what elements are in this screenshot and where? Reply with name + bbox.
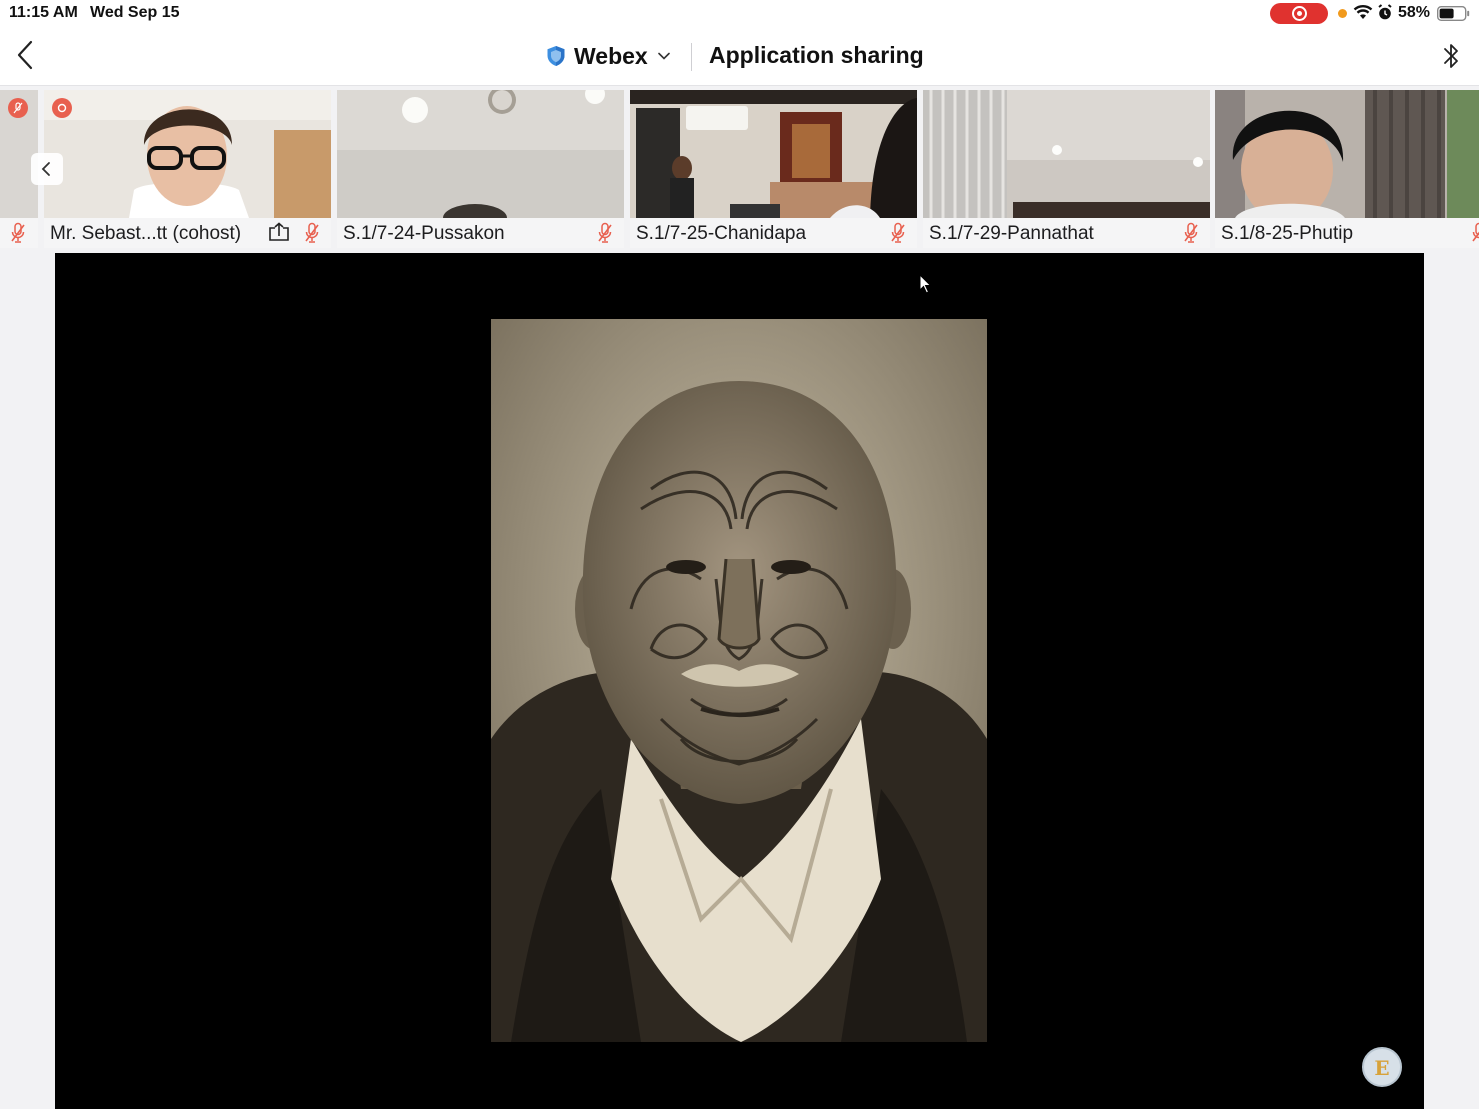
- mic-in-use-indicator: [1338, 9, 1347, 18]
- participant-video: [923, 90, 1210, 218]
- participant-video: [630, 90, 917, 218]
- mic-off-icon: [11, 222, 25, 243]
- strip-scroll-left-button[interactable]: [31, 153, 63, 185]
- header-divider: [691, 43, 692, 71]
- mic-off-badge: [8, 98, 28, 118]
- shared-screen[interactable]: E: [55, 253, 1424, 1109]
- mic-off-icon: [598, 222, 612, 243]
- participant-video: [1215, 90, 1479, 218]
- status-date: Wed Sep 15: [90, 4, 180, 21]
- portrait-photo: [491, 319, 987, 1042]
- participant-tile[interactable]: S.1/7-25-Chanidapa: [630, 90, 917, 248]
- status-time: 11:15 AM: [9, 4, 78, 21]
- chevron-down-icon: [657, 52, 670, 60]
- participant-tile[interactable]: S.1/7-24-Pussakon: [337, 90, 624, 248]
- app-header: Webex Application sharing: [0, 26, 1479, 86]
- participant-video: [337, 90, 624, 218]
- annotation-button-label: E: [1374, 1056, 1390, 1080]
- participant-tile[interactable]: S.1/7-29-Pannathat: [923, 90, 1210, 248]
- annotation-button[interactable]: E: [1362, 1047, 1402, 1087]
- mic-off-icon: [1472, 222, 1479, 242]
- participant-tile[interactable]: Mr. Sebast...tt (cohost): [44, 90, 331, 248]
- participant-name: S.1/7-25-Chanidapa: [636, 223, 807, 244]
- page-title: Application sharing: [709, 42, 924, 68]
- shield-icon: [547, 46, 565, 66]
- app-name: Webex: [574, 42, 648, 69]
- record-icon: [52, 98, 72, 118]
- mic-off-icon: [1184, 222, 1198, 243]
- battery-icon: [1437, 6, 1470, 21]
- sharing-icon: [269, 222, 289, 241]
- alarm-icon: [1378, 4, 1392, 20]
- participant-name: Mr. Sebast...tt (cohost): [50, 223, 242, 244]
- participant-name: S.1/7-24-Pussakon: [343, 223, 505, 244]
- back-button[interactable]: [12, 38, 38, 72]
- mic-off-icon: [891, 222, 905, 243]
- participant-name: S.1/8-25-Phutip: [1221, 223, 1354, 244]
- bluetooth-icon[interactable]: [1440, 40, 1462, 72]
- participant-video: [44, 90, 331, 218]
- screen-record-icon[interactable]: [1270, 3, 1328, 24]
- battery-percent: 58%: [1398, 4, 1431, 21]
- participant-strip[interactable]: Mr. Sebast...tt (cohost) S.1/7-24-Pussak…: [0, 88, 1479, 250]
- pointer-cursor-icon: [919, 274, 932, 294]
- status-bar: 11:15 AM Wed Sep 15 58%: [0, 0, 1479, 26]
- mic-off-icon: [305, 222, 319, 243]
- participant-name: S.1/7-29-Pannathat: [929, 223, 1094, 244]
- wifi-icon: [1353, 5, 1373, 19]
- meeting-menu-button[interactable]: Webex: [546, 40, 670, 72]
- participant-tile[interactable]: S.1/8-25-Phutip: [1215, 90, 1479, 248]
